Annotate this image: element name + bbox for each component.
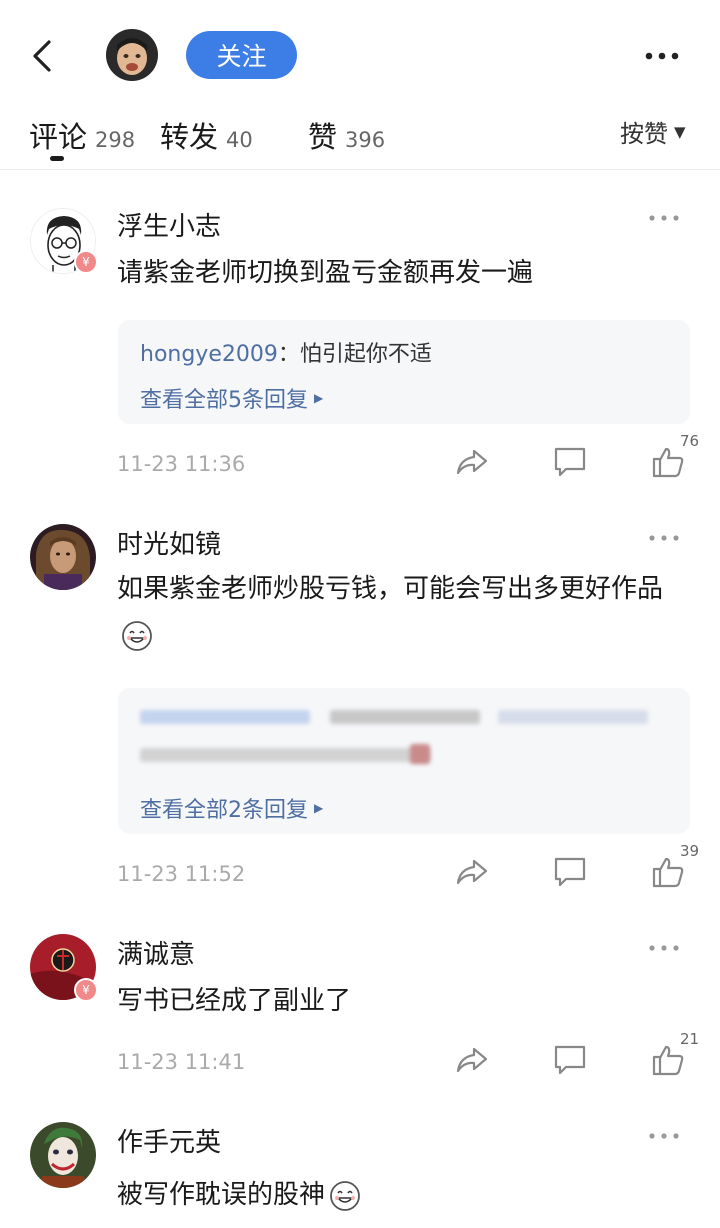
reply-button[interactable] (550, 852, 590, 892)
comment-time: 11-23 11:41 (117, 1050, 246, 1074)
more-horizontal-icon (649, 1133, 679, 1139)
comment-username[interactable]: 作手元英 (117, 1122, 221, 1159)
comment-item: ¥ 浮生小志 请紫金老师切换到盈亏金额再发一遍 hongye2009：怕引起你不… (0, 200, 720, 500)
triangle-right-icon: ▶ (314, 391, 324, 405)
tab-comments[interactable]: 评论 298 (29, 114, 135, 156)
user-avatar[interactable] (30, 1122, 96, 1188)
like-count: 76 (680, 432, 700, 450)
tab-bar: 评论 298 转发 40 赞 396 按赞 ▼ (0, 108, 720, 170)
reply-button[interactable] (550, 1040, 590, 1080)
view-all-replies-link[interactable]: 查看全部2条回复 ▶ (140, 792, 323, 824)
tab-comments-count: 298 (95, 128, 136, 152)
comment-icon (554, 857, 586, 887)
comment-icon (554, 447, 586, 477)
comment-text-content: 如果紫金老师炒股亏钱，可能会写出多更好作品 (117, 574, 664, 604)
tab-reposts-label: 转发 (160, 120, 219, 154)
follow-button[interactable]: 关注 (186, 31, 297, 79)
vip-badge-icon: ¥ (74, 250, 98, 274)
chevron-left-icon (33, 40, 51, 72)
comment-text: 被写作耽误的股神 (117, 1172, 687, 1218)
caret-down-icon: ▼ (674, 122, 686, 141)
comment-text: 如果紫金老师炒股亏钱，可能会写出多更好作品 (117, 566, 687, 658)
blurred-reply-content (330, 710, 480, 724)
vip-badge-icon: ¥ (74, 978, 98, 1002)
repost-button[interactable] (452, 852, 492, 892)
comment-username[interactable]: 时光如镜 (117, 524, 221, 561)
back-button[interactable] (22, 34, 62, 78)
tab-reposts[interactable]: 转发 40 (160, 114, 253, 156)
share-icon (456, 1047, 488, 1073)
view-all-replies-link[interactable]: 查看全部5条回复 ▶ (140, 382, 323, 414)
tab-likes-label: 赞 (308, 120, 338, 154)
more-horizontal-icon (649, 945, 679, 951)
reply-preview[interactable]: hongye2009：怕引起你不适 查看全部5条回复 ▶ (118, 320, 690, 424)
comment-more-button[interactable] (636, 206, 692, 230)
smile-emoji-icon (122, 620, 152, 651)
comment-item: 作手元英 被写作耽误的股神 (0, 1120, 720, 1228)
tab-likes-count: 396 (345, 128, 386, 152)
sort-label: 按赞 (620, 120, 668, 148)
thumbs-up-icon (652, 447, 684, 478)
reply-preview[interactable]: 查看全部2条回复 ▶ (118, 688, 690, 834)
smile-emoji-icon (330, 1180, 360, 1211)
reply-text: ：怕引起你不适 (277, 342, 432, 367)
share-icon (456, 859, 488, 885)
tab-likes[interactable]: 赞 396 (308, 114, 385, 156)
reply-item: hongye2009：怕引起你不适 (140, 336, 432, 368)
tab-comments-label: 评论 (29, 120, 88, 154)
comment-icon (554, 1045, 586, 1075)
sort-dropdown[interactable]: 按赞 ▼ (620, 114, 686, 149)
comment-more-button[interactable] (636, 526, 692, 550)
comment-time: 11-23 11:52 (117, 862, 246, 886)
tab-reposts-count: 40 (226, 128, 253, 152)
blurred-reply-content (498, 710, 648, 724)
author-avatar[interactable] (106, 29, 158, 81)
comment-more-button[interactable] (636, 936, 692, 960)
more-horizontal-icon (645, 52, 679, 60)
thumbs-up-icon (652, 857, 684, 888)
reply-author[interactable]: hongye2009 (140, 342, 278, 367)
comment-time: 11-23 11:36 (117, 452, 246, 476)
reply-button[interactable] (550, 442, 590, 482)
like-count: 39 (680, 842, 700, 860)
blurred-reply-content (410, 744, 430, 764)
comment-text: 写书已经成了副业了 (117, 986, 352, 1016)
comment-text: 请紫金老师切换到盈亏金额再发一遍 (117, 258, 534, 288)
comment-username[interactable]: 浮生小志 (117, 206, 221, 243)
comment-text-content: 被写作耽误的股神 (117, 1180, 326, 1210)
thumbs-up-icon (652, 1045, 684, 1076)
more-horizontal-icon (649, 215, 679, 221)
comment-username[interactable]: 满诚意 (117, 934, 195, 971)
top-bar: 关注 (0, 0, 720, 108)
more-horizontal-icon (649, 535, 679, 541)
view-all-label: 查看全部2条回复 (140, 798, 308, 823)
more-options-button[interactable] (634, 38, 690, 74)
repost-button[interactable] (452, 442, 492, 482)
blurred-reply-content (140, 748, 430, 762)
repost-button[interactable] (452, 1040, 492, 1080)
like-count: 21 (680, 1030, 700, 1048)
comment-item: ¥ 满诚意 写书已经成了副业了 11-23 11:41 21 (0, 930, 720, 1090)
blurred-reply-content (140, 710, 310, 724)
triangle-right-icon: ▶ (314, 801, 324, 815)
comment-more-button[interactable] (636, 1124, 692, 1148)
comment-item: 时光如镜 如果紫金老师炒股亏钱，可能会写出多更好作品 查看全部2条回复 ▶ 11-… (0, 520, 720, 910)
user-avatar[interactable] (30, 524, 96, 590)
view-all-label: 查看全部5条回复 (140, 388, 308, 413)
share-icon (456, 449, 488, 475)
active-tab-indicator (50, 156, 64, 161)
